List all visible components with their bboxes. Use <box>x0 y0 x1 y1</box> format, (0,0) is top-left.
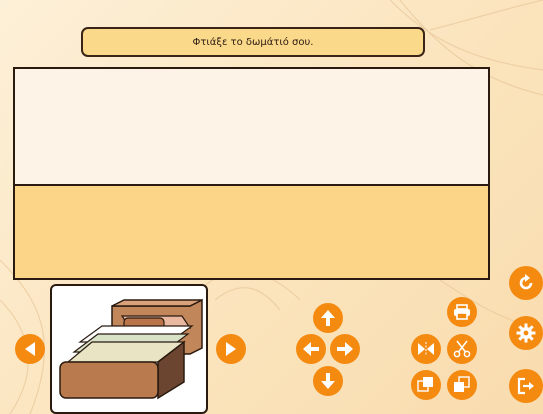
bring-forward-button[interactable] <box>411 370 441 400</box>
arrow-left-icon <box>303 342 319 356</box>
flip-horizontal-icon <box>418 342 434 356</box>
exit-button[interactable] <box>509 369 543 403</box>
scissors-icon <box>453 340 471 358</box>
reset-button[interactable] <box>509 266 543 300</box>
layer-forward-icon <box>417 377 433 392</box>
printer-icon <box>454 304 470 320</box>
move-down-button[interactable] <box>313 366 343 396</box>
arrow-right-icon <box>337 342 353 356</box>
exit-icon <box>517 377 534 395</box>
chevron-right-icon <box>226 342 236 356</box>
item-palette <box>50 284 208 414</box>
arrow-up-icon <box>321 310 335 326</box>
instruction-title: Φτιάξε το δωμάτιό σου. <box>81 27 425 57</box>
palette-next-button[interactable] <box>216 334 246 364</box>
bed-item[interactable] <box>52 286 206 412</box>
room-canvas[interactable] <box>13 67 490 280</box>
move-left-button[interactable] <box>296 334 326 364</box>
arrow-down-icon <box>321 373 335 389</box>
room-floor <box>15 184 488 278</box>
gear-icon <box>516 323 536 343</box>
send-backward-button[interactable] <box>447 370 477 400</box>
refresh-icon <box>519 274 533 290</box>
settings-button[interactable] <box>509 316 543 350</box>
chevron-left-icon <box>25 342 35 356</box>
move-right-button[interactable] <box>330 334 360 364</box>
layer-backward-icon <box>454 376 470 392</box>
flip-button[interactable] <box>411 334 441 364</box>
palette-prev-button[interactable] <box>15 334 45 364</box>
room-wall <box>15 69 488 184</box>
print-button[interactable] <box>447 297 477 327</box>
move-up-button[interactable] <box>313 303 343 333</box>
cut-button[interactable] <box>447 334 477 364</box>
instruction-text: Φτιάξε το δωμάτιό σου. <box>192 36 314 48</box>
